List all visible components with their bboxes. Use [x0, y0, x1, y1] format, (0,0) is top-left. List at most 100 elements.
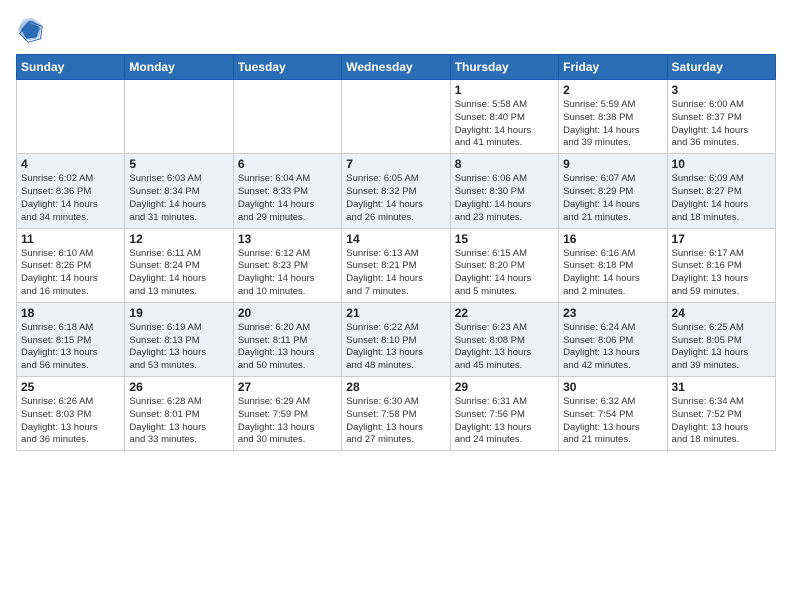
calendar-cell: 8Sunrise: 6:06 AM Sunset: 8:30 PM Daylig… [450, 154, 558, 228]
weekday-header-saturday: Saturday [667, 55, 775, 80]
day-number: 27 [238, 380, 337, 394]
day-number: 16 [563, 232, 662, 246]
day-number: 31 [672, 380, 771, 394]
day-number: 11 [21, 232, 120, 246]
day-number: 14 [346, 232, 445, 246]
day-info: Sunrise: 6:25 AM Sunset: 8:05 PM Dayligh… [672, 322, 771, 373]
day-info: Sunrise: 6:17 AM Sunset: 8:16 PM Dayligh… [672, 248, 771, 299]
calendar-cell: 12 Sunrise: 6:11 AM Sunset: 8:24 PM Dayli… [125, 228, 233, 302]
day-info: Sunrise: 6:00 AM Sunset: 8:37 PM Dayligh… [672, 99, 771, 150]
calendar-cell: 5 Sunrise: 6:03 AM Sunset: 8:34 PM Daylig… [125, 154, 233, 228]
calendar-week-row: 11 Sunrise: 6:10 AM Sunset: 8:26 PM Dayli… [17, 228, 776, 302]
day-info: Sunrise: 6:10 AM Sunset: 8:26 PM Dayligh… [21, 248, 120, 299]
calendar-cell: 13 Sunrise: 6:12 AM Sunset: 8:23 PM Dayli… [233, 228, 341, 302]
day-info: Sunrise: 6:29 AM Sunset: 7:59 PM Dayligh… [238, 396, 337, 447]
calendar-cell: 6 Sunrise: 6:04 AM Sunset: 8:33 PM Daylig… [233, 154, 341, 228]
day-info: Sunrise: 5:59 AM Sunset: 8:38 PM Dayligh… [563, 99, 662, 150]
day-info: Sunrise: 6:04 AM Sunset: 8:33 PM Dayligh… [238, 173, 337, 224]
calendar: SundayMondayTuesdayWednesdayThursdayFrid… [16, 54, 776, 451]
day-number: 2 [563, 83, 662, 97]
day-info: Sunrise: 6:15 AM Sunset: 8:20 PM Dayligh… [455, 248, 554, 299]
calendar-cell [233, 80, 341, 154]
day-number: 1 [455, 83, 554, 97]
calendar-cell: 21 Sunrise: 6:22 AM Sunset: 8:10 PM Dayli… [342, 302, 450, 376]
day-number: 23 [563, 306, 662, 320]
day-number: 29 [455, 380, 554, 394]
day-info: Sunrise: 5:58 AM Sunset: 8:40 PM Dayligh… [455, 99, 554, 150]
logo-icon [16, 16, 44, 44]
calendar-cell: 9 Sunrise: 6:07 AM Sunset: 8:29 PM Daylig… [559, 154, 667, 228]
day-info: Sunrise: 6:20 AM Sunset: 8:11 PM Dayligh… [238, 322, 337, 373]
day-info: Sunrise: 6:07 AM Sunset: 8:29 PM Dayligh… [563, 173, 662, 224]
calendar-cell: 29 Sunrise: 6:31 AM Sunset: 7:56 PM Dayli… [450, 377, 558, 451]
calendar-cell: 15 Sunrise: 6:15 AM Sunset: 8:20 PM Dayli… [450, 228, 558, 302]
calendar-cell: 30Sunrise: 6:32 AM Sunset: 7:54 PM Dayli… [559, 377, 667, 451]
day-info: Sunrise: 6:23 AM Sunset: 8:08 PM Dayligh… [455, 322, 554, 373]
day-number: 13 [238, 232, 337, 246]
weekday-header-wednesday: Wednesday [342, 55, 450, 80]
day-info: Sunrise: 6:26 AM Sunset: 8:03 PM Dayligh… [21, 396, 120, 447]
day-info: Sunrise: 6:24 AM Sunset: 8:06 PM Dayligh… [563, 322, 662, 373]
calendar-cell: 26Sunrise: 6:28 AM Sunset: 8:01 PM Dayli… [125, 377, 233, 451]
calendar-cell: 16 Sunrise: 6:16 AM Sunset: 8:18 PM Dayli… [559, 228, 667, 302]
day-info: Sunrise: 6:28 AM Sunset: 8:01 PM Dayligh… [129, 396, 228, 447]
header [16, 16, 776, 44]
calendar-cell: 20 Sunrise: 6:20 AM Sunset: 8:11 PM Dayli… [233, 302, 341, 376]
calendar-cell: 10 Sunrise: 6:09 AM Sunset: 8:27 PM Dayli… [667, 154, 775, 228]
day-info: Sunrise: 6:03 AM Sunset: 8:34 PM Dayligh… [129, 173, 228, 224]
day-number: 21 [346, 306, 445, 320]
calendar-cell: 25 Sunrise: 6:26 AM Sunset: 8:03 PM Dayli… [17, 377, 125, 451]
day-info: Sunrise: 6:09 AM Sunset: 8:27 PM Dayligh… [672, 173, 771, 224]
calendar-cell: 7Sunrise: 6:05 AM Sunset: 8:32 PM Daylig… [342, 154, 450, 228]
weekday-header-row: SundayMondayTuesdayWednesdayThursdayFrid… [17, 55, 776, 80]
day-number: 5 [129, 157, 228, 171]
day-number: 17 [672, 232, 771, 246]
day-number: 9 [563, 157, 662, 171]
day-info: Sunrise: 6:12 AM Sunset: 8:23 PM Dayligh… [238, 248, 337, 299]
calendar-week-row: 25 Sunrise: 6:26 AM Sunset: 8:03 PM Dayli… [17, 377, 776, 451]
calendar-cell: 17 Sunrise: 6:17 AM Sunset: 8:16 PM Dayli… [667, 228, 775, 302]
calendar-cell: 18 Sunrise: 6:18 AM Sunset: 8:15 PM Dayli… [17, 302, 125, 376]
day-number: 20 [238, 306, 337, 320]
calendar-cell: 14 Sunrise: 6:13 AM Sunset: 8:21 PM Dayli… [342, 228, 450, 302]
day-number: 15 [455, 232, 554, 246]
day-info: Sunrise: 6:19 AM Sunset: 8:13 PM Dayligh… [129, 322, 228, 373]
day-number: 12 [129, 232, 228, 246]
day-info: Sunrise: 6:11 AM Sunset: 8:24 PM Dayligh… [129, 248, 228, 299]
calendar-cell: 28 Sunrise: 6:30 AM Sunset: 7:58 PM Dayli… [342, 377, 450, 451]
day-info: Sunrise: 6:16 AM Sunset: 8:18 PM Dayligh… [563, 248, 662, 299]
weekday-header-monday: Monday [125, 55, 233, 80]
day-number: 18 [21, 306, 120, 320]
calendar-cell [17, 80, 125, 154]
weekday-header-sunday: Sunday [17, 55, 125, 80]
day-number: 6 [238, 157, 337, 171]
day-info: Sunrise: 6:18 AM Sunset: 8:15 PM Dayligh… [21, 322, 120, 373]
day-number: 19 [129, 306, 228, 320]
calendar-cell: 27 Sunrise: 6:29 AM Sunset: 7:59 PM Dayli… [233, 377, 341, 451]
day-number: 8 [455, 157, 554, 171]
calendar-cell: 2 Sunrise: 5:59 AM Sunset: 8:38 PM Daylig… [559, 80, 667, 154]
calendar-cell: 24 Sunrise: 6:25 AM Sunset: 8:05 PM Dayli… [667, 302, 775, 376]
day-number: 25 [21, 380, 120, 394]
day-info: Sunrise: 6:32 AM Sunset: 7:54 PM Dayligh… [563, 396, 662, 447]
day-number: 28 [346, 380, 445, 394]
calendar-week-row: 4Sunrise: 6:02 AM Sunset: 8:36 PM Daylig… [17, 154, 776, 228]
day-info: Sunrise: 6:30 AM Sunset: 7:58 PM Dayligh… [346, 396, 445, 447]
day-number: 24 [672, 306, 771, 320]
calendar-cell: 31Sunrise: 6:34 AM Sunset: 7:52 PM Dayli… [667, 377, 775, 451]
calendar-cell [342, 80, 450, 154]
calendar-cell: 23 Sunrise: 6:24 AM Sunset: 8:06 PM Dayli… [559, 302, 667, 376]
calendar-cell: 22 Sunrise: 6:23 AM Sunset: 8:08 PM Dayli… [450, 302, 558, 376]
calendar-cell: 1 Sunrise: 5:58 AM Sunset: 8:40 PM Daylig… [450, 80, 558, 154]
day-info: Sunrise: 6:13 AM Sunset: 8:21 PM Dayligh… [346, 248, 445, 299]
day-info: Sunrise: 6:31 AM Sunset: 7:56 PM Dayligh… [455, 396, 554, 447]
calendar-week-row: 1 Sunrise: 5:58 AM Sunset: 8:40 PM Daylig… [17, 80, 776, 154]
calendar-cell: 3Sunrise: 6:00 AM Sunset: 8:37 PM Daylig… [667, 80, 775, 154]
calendar-week-row: 18 Sunrise: 6:18 AM Sunset: 8:15 PM Dayli… [17, 302, 776, 376]
day-number: 10 [672, 157, 771, 171]
page: SundayMondayTuesdayWednesdayThursdayFrid… [0, 0, 792, 463]
weekday-header-thursday: Thursday [450, 55, 558, 80]
day-info: Sunrise: 6:22 AM Sunset: 8:10 PM Dayligh… [346, 322, 445, 373]
day-info: Sunrise: 6:05 AM Sunset: 8:32 PM Dayligh… [346, 173, 445, 224]
day-number: 22 [455, 306, 554, 320]
